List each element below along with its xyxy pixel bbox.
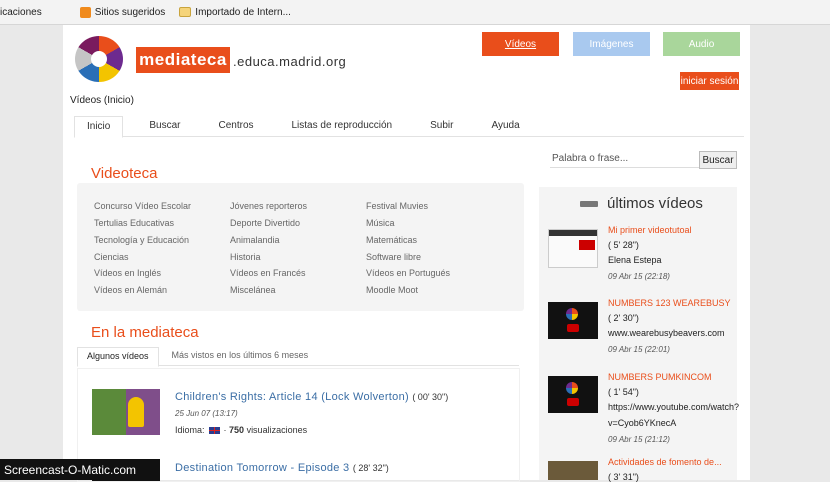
brand-domain: .educa.madrid.org [233, 54, 347, 69]
video-title-link[interactable]: Children's Rights: Article 14 (Lock Wolv… [175, 391, 448, 403]
tab-subir[interactable]: Subir [418, 116, 465, 136]
category-link[interactable]: Festival Muvies [366, 201, 428, 211]
video-meta: Idioma: · 750 visualizaciones [175, 425, 308, 435]
category-link[interactable]: Historia [230, 252, 261, 262]
videoteca-title: Videoteca [91, 165, 158, 182]
search-input[interactable] [550, 149, 699, 168]
category-link[interactable]: Vídeos en Francés [230, 268, 306, 278]
tab-centros[interactable]: Centros [206, 116, 265, 136]
category-link[interactable]: Vídeos en Inglés [94, 268, 161, 278]
screencast-watermark: Screencast-O-Matic.com [0, 459, 160, 480]
video-title-link[interactable]: Actividades de fomento de... [608, 457, 722, 467]
login-button[interactable]: iniciar sesión [680, 72, 739, 90]
latest-videos-sidebar: últimos vídeos Mi primer videotutoal ( 5… [539, 187, 740, 482]
category-link[interactable]: Vídeos en Alemán [94, 285, 167, 295]
video-list-icon [580, 201, 598, 207]
tab-ayuda[interactable]: Ayuda [479, 116, 531, 136]
video-duration: ( 1' 54") [608, 387, 639, 397]
bookmarks-bar: icaciones Sitios sugeridos Importado de … [0, 0, 830, 25]
video-author: www.wearebusybeavers.com [608, 328, 725, 338]
video-duration: ( 5' 28") [608, 240, 639, 250]
video-author: https://www.youtube.com/watch? [608, 402, 740, 412]
category-link[interactable]: Tertulias Educativas [94, 218, 174, 228]
video-title-link[interactable]: NUMBERS 123 WEAREBUSY [608, 298, 731, 308]
breadcrumb: Vídeos (Inicio) [70, 95, 134, 106]
bookmark-suggested-sites[interactable]: Sitios sugeridos [79, 6, 165, 18]
category-link[interactable]: Deporte Divertido [230, 218, 300, 228]
main-tabs: Inicio Buscar Centros Listas de reproduc… [74, 116, 744, 138]
video-thumbnail[interactable] [548, 376, 598, 413]
video-author: Elena Estepa [608, 255, 662, 265]
suggested-sites-icon [79, 6, 91, 18]
tab-listas[interactable]: Listas de reproducción [280, 116, 405, 136]
folder-icon [179, 7, 192, 17]
view-count: 750 [229, 425, 245, 435]
bookmark-imported-folder[interactable]: Importado de Intern... [179, 7, 291, 18]
video-title-link[interactable]: Mi primer videotutoal [608, 225, 692, 235]
video-thumbnail[interactable] [92, 389, 160, 435]
bookmark-applications[interactable]: icaciones [0, 7, 42, 18]
category-link[interactable]: Animalandia [230, 235, 280, 245]
video-duration: ( 00' 30") [412, 392, 449, 402]
category-link[interactable]: Música [366, 218, 395, 228]
category-link[interactable]: Vídeos en Portugués [366, 268, 450, 278]
subtab-some-videos[interactable]: Algunos vídeos [77, 347, 159, 367]
video-date: 09 Abr 15 (21:12) [608, 435, 670, 444]
category-link[interactable]: Tecnología y Educación [94, 235, 189, 245]
category-link[interactable]: Miscelánea [230, 285, 276, 295]
audio-button[interactable]: Audio [663, 32, 740, 56]
video-date: 09 Abr 15 (22:18) [608, 272, 670, 281]
subtab-most-viewed[interactable]: Más vistos en los últimos 6 meses [163, 347, 318, 365]
search-button[interactable]: Buscar [699, 151, 737, 169]
video-duration: ( 3' 31") [608, 472, 639, 482]
video-duration: ( 28' 32") [352, 463, 389, 473]
page-container: mediateca .educa.madrid.org Vídeos Imáge… [63, 25, 750, 482]
category-link[interactable]: Jóvenes reporteros [230, 201, 307, 211]
category-link[interactable]: Concurso Vídeo Escolar [94, 201, 191, 211]
latest-videos-title: últimos vídeos [607, 195, 703, 212]
video-date: 25 Jun 07 (13:17) [175, 409, 238, 418]
category-link[interactable]: Moodle Moot [366, 285, 418, 295]
mediateca-logo-icon[interactable] [75, 36, 123, 82]
mediateca-subtabs: Algunos vídeos Más vistos en los últimos… [77, 347, 519, 367]
video-title-link[interactable]: Destination Tomorrow - Episode 3 ( 28' 3… [175, 462, 389, 474]
video-thumbnail[interactable] [548, 302, 598, 339]
category-link[interactable]: Matemáticas [366, 235, 417, 245]
images-button[interactable]: Imágenes [573, 32, 650, 56]
video-thumbnail[interactable] [548, 229, 598, 268]
brand-logo[interactable]: mediateca [136, 47, 230, 73]
tab-inicio[interactable]: Inicio [74, 116, 124, 138]
uk-flag-icon [208, 426, 220, 434]
en-la-mediateca-title: En la mediateca [91, 324, 199, 341]
tab-buscar[interactable]: Buscar [137, 116, 192, 136]
video-author-continued: v=Cyob6YKnecA [608, 418, 677, 428]
category-link[interactable]: Software libre [366, 252, 421, 262]
videos-button[interactable]: Vídeos [482, 32, 559, 56]
video-title-link[interactable]: NUMBERS PUMKINCOM [608, 372, 712, 382]
video-date: 09 Abr 15 (22:01) [608, 345, 670, 354]
video-thumbnail[interactable] [548, 461, 598, 480]
category-link[interactable]: Ciencias [94, 252, 129, 262]
videoteca-box: Concurso Vídeo Escolar Tertulias Educati… [77, 183, 524, 311]
video-duration: ( 2' 30") [608, 313, 639, 323]
